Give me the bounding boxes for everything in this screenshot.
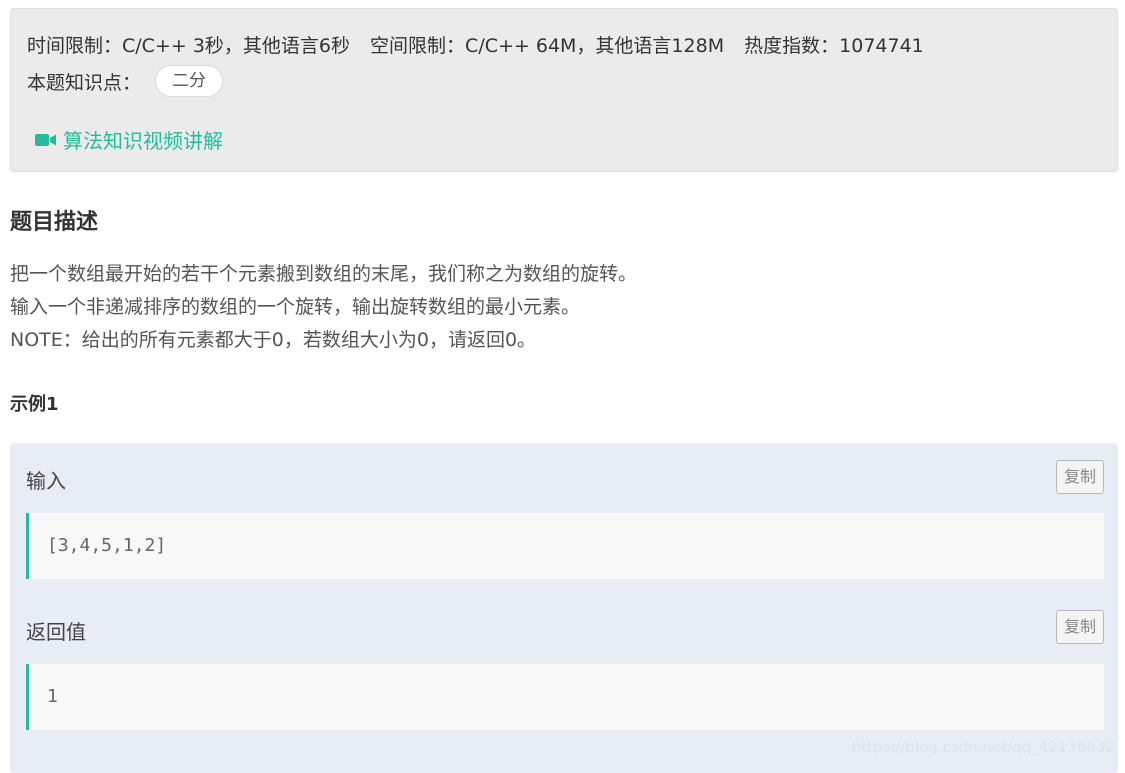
- description-title: 题目描述: [10, 210, 99, 235]
- heat-index: 热度指数：1074741: [744, 35, 924, 57]
- limits-row: 时间限制：C/C++ 3秒，其他语言6秒 空间限制：C/C++ 64M，其他语言…: [27, 31, 938, 58]
- copy-input-button[interactable]: 复制: [1056, 460, 1104, 494]
- copy-output-button[interactable]: 复制: [1056, 610, 1104, 644]
- knowledge-tag-binary-search[interactable]: 二分: [155, 65, 224, 97]
- output-code-block: 1: [26, 664, 1104, 730]
- knowledge-points-row: 本题知识点： 二分: [27, 65, 224, 97]
- example-panel: 输入 复制 [3,4,5,1,2] 返回值 复制 1: [10, 443, 1118, 773]
- watermark: https://blog.csdn.net/qq_42136832: [851, 738, 1115, 756]
- space-limit: 空间限制：C/C++ 64M，其他语言128M: [370, 35, 725, 57]
- knowledge-label: 本题知识点：: [27, 71, 142, 94]
- input-label: 输入: [26, 469, 66, 493]
- description-line: 输入一个非递减排序的数组的一个旋转，输出旋转数组的最小元素。: [10, 296, 581, 318]
- input-code-block: [3,4,5,1,2]: [26, 513, 1104, 579]
- output-label: 返回值: [26, 620, 86, 644]
- video-link-label: 算法知识视频讲解: [63, 129, 223, 153]
- example-title: 示例1: [10, 394, 59, 415]
- description-line: 把一个数组最开始的若干个元素搬到数组的末尾，我们称之为数组的旋转。: [10, 263, 638, 285]
- problem-info-panel: 时间限制：C/C++ 3秒，其他语言6秒 空间限制：C/C++ 64M，其他语言…: [10, 8, 1118, 172]
- description-line: NOTE：给出的所有元素都大于0，若数组大小为0，请返回0。: [10, 329, 537, 351]
- time-limit: 时间限制：C/C++ 3秒，其他语言6秒: [27, 35, 350, 57]
- video-camera-icon: [35, 133, 56, 146]
- video-explanation-link[interactable]: 算法知识视频讲解: [35, 125, 223, 154]
